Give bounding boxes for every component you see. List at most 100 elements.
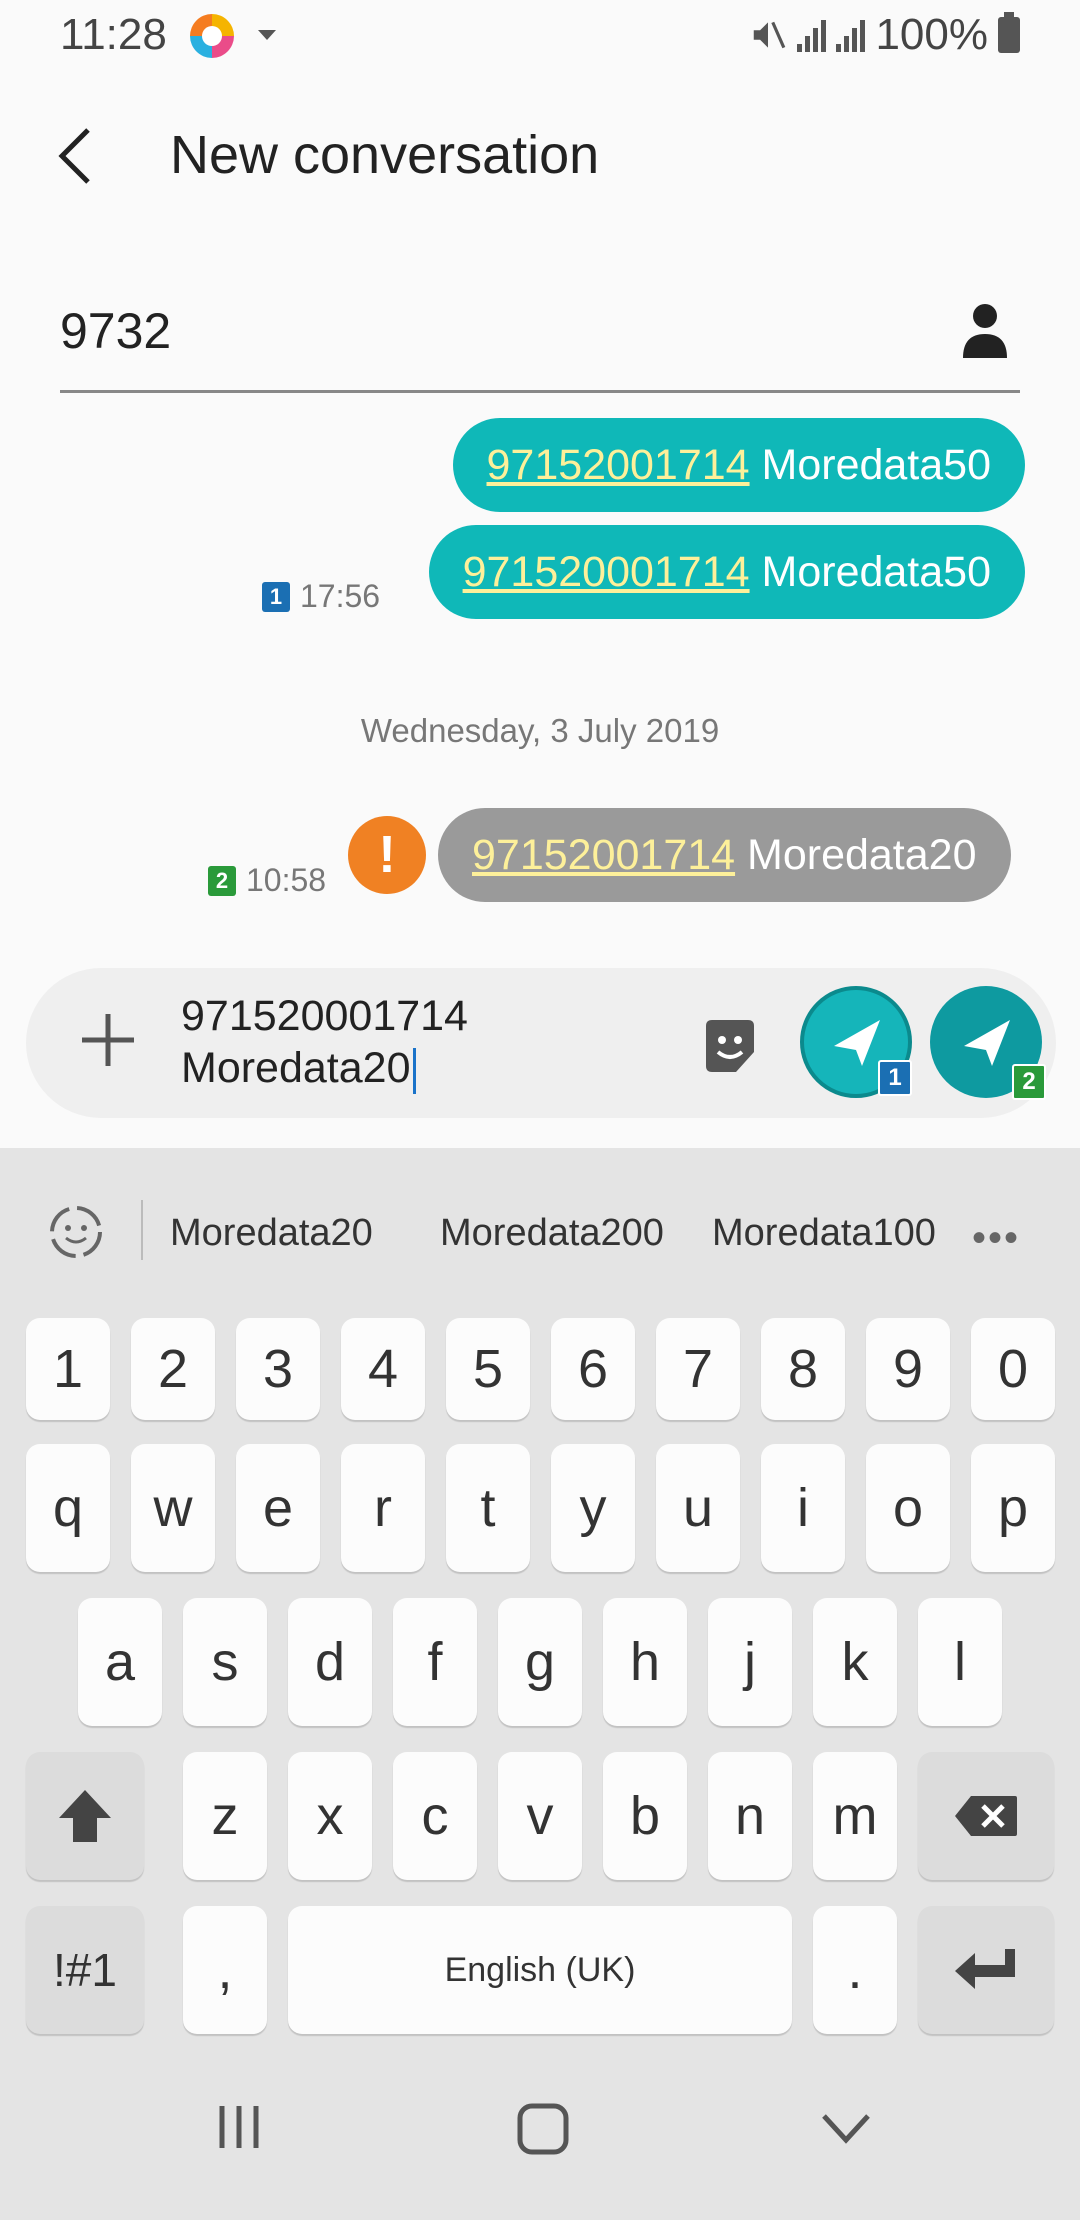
message-input-line2: Moredata20 [181,1044,411,1092]
key-y[interactable]: y [551,1444,635,1572]
status-time: 11:28 [60,10,167,59]
sim1-badge: 1 [878,1060,912,1096]
sim2-icon: 2 [208,865,236,896]
emoji-refresh-icon [50,1206,102,1258]
status-indicators: 100% [749,10,1020,60]
key-0[interactable]: 0 [971,1318,1055,1420]
keyboard: Moredata20 Moredata200 Moredata100 ••• 1… [0,1148,1080,2048]
recent-apps-button[interactable] [214,2102,264,2157]
phone-link[interactable]: 97152001714 [472,831,735,879]
send-sim1-button[interactable]: 1 [800,986,912,1098]
comma-key[interactable]: , [183,1906,267,2034]
status-bar: 11:28 100% [0,0,1080,76]
text-cursor [412,1047,416,1094]
signal-icon [797,18,827,52]
caret-down-icon [258,30,276,40]
key-j[interactable]: j [708,1598,792,1726]
add-attachment-button[interactable] [78,1010,138,1070]
recipient-value: 9732 [60,303,172,359]
key-2[interactable]: 2 [131,1318,215,1420]
suggestion-item[interactable]: Moredata200 [440,1212,664,1255]
message-text: Moredata50 [749,441,992,489]
recipient-input[interactable]: 9732 [60,290,1020,393]
message-bubble[interactable]: 97152001714 Moredata50 [452,418,1025,512]
message-meta: 2 10:58 [208,862,326,899]
sticker-icon [706,1020,754,1072]
key-w[interactable]: w [131,1444,215,1572]
key-c[interactable]: c [393,1752,477,1880]
key-q[interactable]: q [26,1444,110,1572]
message-text: Moredata50 [749,548,992,596]
message-time: 17:56 [300,578,381,614]
phone-link[interactable]: 971520001714 [463,548,750,596]
suggestion-item[interactable]: Moredata100 [712,1212,936,1255]
enter-key[interactable] [918,1906,1054,2034]
phone-link[interactable]: 97152001714 [487,441,750,489]
hide-keyboard-button[interactable] [820,2110,872,2151]
shift-key[interactable] [26,1752,144,1880]
key-7[interactable]: 7 [656,1318,740,1420]
message-input-line1: 971520001714 [181,992,468,1040]
emoji-toggle-button[interactable] [44,1200,108,1269]
symbols-key[interactable]: !#1 [26,1906,144,2034]
send-sim2-button[interactable]: 2 [930,986,1046,1100]
message-meta: 1 17:56 [262,578,380,615]
key-a[interactable]: a [78,1598,162,1726]
key-f[interactable]: f [393,1598,477,1726]
key-m[interactable]: m [813,1752,897,1880]
sim2-badge: 2 [1012,1064,1046,1100]
home-button[interactable] [516,2102,570,2161]
sim1-icon: 1 [262,581,290,612]
key-t[interactable]: t [446,1444,530,1572]
key-6[interactable]: 6 [551,1318,635,1420]
chevron-down-icon [822,2114,870,2144]
key-p[interactable]: p [971,1444,1055,1572]
key-9[interactable]: 9 [866,1318,950,1420]
key-o[interactable]: o [866,1444,950,1572]
back-button[interactable] [50,120,110,192]
key-1[interactable]: 1 [26,1318,110,1420]
failed-message-bubble[interactable]: 97152001714 Moredata20 [438,808,1011,902]
signal-icon [836,18,866,52]
backspace-icon [955,1796,1017,1836]
key-z[interactable]: z [183,1752,267,1880]
message-input[interactable]: 971520001714 Moredata20 [181,990,701,1094]
key-l[interactable]: l [918,1598,1002,1726]
key-3[interactable]: 3 [236,1318,320,1420]
key-u[interactable]: u [656,1444,740,1572]
key-e[interactable]: e [236,1444,320,1572]
key-8[interactable]: 8 [761,1318,845,1420]
key-n[interactable]: n [708,1752,792,1880]
key-s[interactable]: s [183,1598,267,1726]
key-h[interactable]: h [603,1598,687,1726]
backspace-key[interactable] [918,1752,1054,1880]
key-g[interactable]: g [498,1598,582,1726]
space-key[interactable]: English (UK) [288,1906,792,2034]
home-icon [517,2103,569,2155]
app-notification-icon [190,14,234,58]
key-d[interactable]: d [288,1598,372,1726]
key-v[interactable]: v [498,1752,582,1880]
message-composer: 971520001714 Moredata20 1 2 [26,968,1056,1118]
key-b[interactable]: b [603,1752,687,1880]
key-r[interactable]: r [341,1444,425,1572]
key-k[interactable]: k [813,1598,897,1726]
key-5[interactable]: 5 [446,1318,530,1420]
period-key[interactable]: . [813,1906,897,2034]
key-4[interactable]: 4 [341,1318,425,1420]
suggestion-item[interactable]: Moredata20 [170,1212,373,1255]
contact-picker-button[interactable] [960,300,1010,360]
error-icon[interactable]: ! [348,816,426,894]
message-bubble[interactable]: 971520001714 Moredata50 [428,525,1025,619]
battery-icon [998,12,1020,53]
navigation-bar [0,2048,1080,2220]
message-text: Moredata20 [735,831,977,879]
more-options-icon[interactable]: ••• [972,1216,1020,1261]
key-x[interactable]: x [288,1752,372,1880]
mute-icon [754,21,786,49]
key-i[interactable]: i [761,1444,845,1572]
suggestion-bar: Moredata20 Moredata200 Moredata100 ••• [0,1148,1080,1318]
sticker-button[interactable] [700,1016,760,1076]
shift-icon [59,1790,111,1842]
page-title: New conversation [170,125,600,185]
